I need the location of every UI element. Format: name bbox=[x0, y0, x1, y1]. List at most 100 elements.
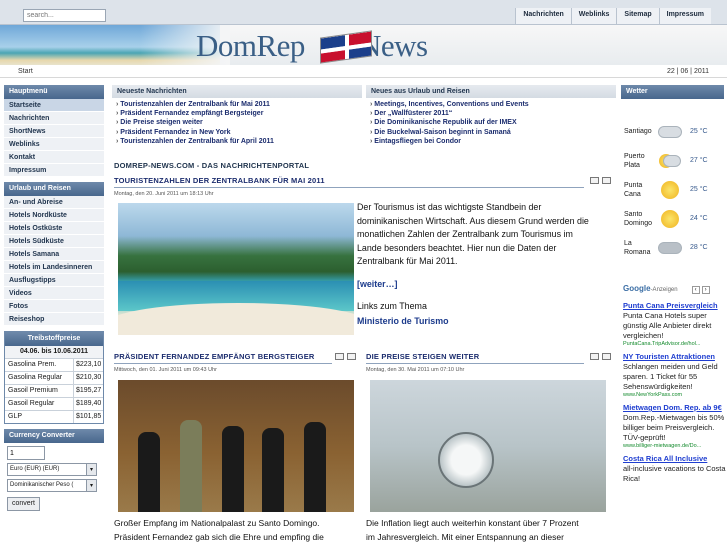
travel-news-link[interactable]: Meetings, Incentives, Conventions und Ev… bbox=[370, 100, 612, 109]
chevron-down-icon: ▾ bbox=[86, 480, 96, 491]
ad-item[interactable]: Punta Cana Preisvergleich Punta Cana Hot… bbox=[623, 301, 727, 347]
ad-item[interactable]: Costa Rica All Inclusive all-inclusive v… bbox=[623, 454, 727, 484]
weather-row: Santiago 25 °C bbox=[621, 117, 724, 146]
article-title[interactable]: PRÄSIDENT FERNANDEZ EMPFÄNGT BERGSTEIGER bbox=[114, 352, 332, 364]
ad-title[interactable]: Punta Cana Preisvergleich bbox=[623, 301, 727, 311]
power-meter-photo bbox=[370, 380, 606, 512]
print-icon[interactable] bbox=[590, 353, 599, 360]
fuel-value: $101,85 bbox=[73, 411, 103, 423]
ad-item[interactable]: NY Touristen Attraktionen Schlangen meid… bbox=[623, 352, 727, 398]
sun-cloud-icon bbox=[655, 150, 685, 172]
weather-temp: 25 °C bbox=[690, 186, 708, 193]
travel-news-link[interactable]: Die Buckelwal-Saison beginnt in Samaná bbox=[370, 128, 612, 137]
breadcrumb-bar: Start 22 | 06 | 2011 bbox=[0, 66, 727, 78]
sun-icon bbox=[655, 179, 685, 201]
article-line: im Jahresvergleich. Mit einer Entspannun… bbox=[366, 532, 564, 542]
ad-body: all-inclusive vacations to Costa Rica! bbox=[623, 464, 726, 483]
travel-news-link[interactable]: Die Dominikanische Republik auf der IMEX bbox=[370, 118, 612, 127]
weather-temp: 28 °C bbox=[690, 244, 708, 251]
article-line: Präsident Fernandez gab sich die Ehre un… bbox=[114, 532, 324, 542]
article-line: Zentralbank für Mai 2011. bbox=[357, 256, 458, 267]
weather-city: La Romana bbox=[624, 239, 651, 256]
news-link[interactable]: Die Preise steigen weiter bbox=[116, 118, 358, 127]
arrow-right-icon[interactable]: › bbox=[701, 286, 710, 294]
top-bar: Nachrichten Weblinks Sitemap Impressum bbox=[0, 0, 727, 25]
ad-title[interactable]: Costa Rica All Inclusive bbox=[623, 454, 727, 464]
ad-url[interactable]: PuntaCana.TripAdvisor.de/hol... bbox=[623, 341, 727, 347]
fuel-name: GLP bbox=[8, 413, 23, 420]
weather-row: Puerto Plata 27 °C bbox=[621, 146, 724, 175]
topnav-weblinks[interactable]: Weblinks bbox=[570, 8, 617, 24]
menu-item-hotels-inland[interactable]: Hotels im Landesinneren bbox=[4, 261, 104, 274]
article-date: Mittwoch, den 01. Juni 2011 um 09:43 Uhr bbox=[114, 367, 217, 373]
reception-photo bbox=[118, 380, 354, 512]
menu-item-reiseshop[interactable]: Reiseshop bbox=[4, 313, 104, 326]
breadcrumb[interactable]: Start bbox=[18, 68, 33, 75]
ad-url[interactable]: www.billiger-mietwagen.de/Do... bbox=[623, 443, 727, 449]
ad-body: Dom.Rep.-Mietwagen bis 50% billiger beim… bbox=[623, 413, 725, 442]
article-line: Die Inflation liegt auch weiterhin konst… bbox=[366, 518, 579, 528]
print-icon[interactable] bbox=[590, 177, 599, 184]
topnav-impressum[interactable]: Impressum bbox=[658, 8, 711, 24]
travel-news-link[interactable]: Eintagsfliegen bei Condor bbox=[370, 137, 612, 146]
site-logo[interactable]: DomRep News bbox=[196, 28, 428, 64]
menu-item-videos[interactable]: Videos bbox=[4, 287, 104, 300]
ad-body: Punta Cana Hotels super günstig Alle Anb… bbox=[623, 311, 712, 340]
menu-item-anreise[interactable]: An- und Abreise bbox=[4, 196, 104, 209]
ad-body: Schlangen meiden und Geld sparen. 1 Tick… bbox=[623, 362, 718, 391]
menu-item-hotels-samana[interactable]: Hotels Samana bbox=[4, 248, 104, 261]
chevron-down-icon: ▾ bbox=[86, 464, 96, 475]
search-input[interactable] bbox=[23, 9, 106, 22]
convert-button[interactable]: convert bbox=[7, 497, 40, 511]
menu-item-hotels-nord[interactable]: Hotels Nordküste bbox=[4, 209, 104, 222]
ad-url[interactable]: www.NewYorkPass.com bbox=[623, 392, 727, 398]
article-date: Montag, den 30. Mai 2011 um 07:10 Uhr bbox=[366, 367, 465, 373]
amount-input[interactable] bbox=[7, 446, 45, 460]
menu-item-shortnews[interactable]: ShortNews bbox=[4, 125, 104, 138]
ad-title[interactable]: Mietwagen Dom. Rep. ab 9€ bbox=[623, 403, 727, 413]
email-icon[interactable] bbox=[347, 353, 356, 360]
travel-news-link[interactable]: Der „Wallfüsterer 2011“ bbox=[370, 109, 612, 118]
menu-item-ausflugstipps[interactable]: Ausflugstipps bbox=[4, 274, 104, 287]
currency-heading: Currency Converter bbox=[4, 429, 104, 443]
email-icon[interactable] bbox=[602, 177, 611, 184]
print-icon[interactable] bbox=[335, 353, 344, 360]
ad-item[interactable]: Mietwagen Dom. Rep. ab 9€ Dom.Rep.-Mietw… bbox=[623, 403, 727, 449]
menu-item-hotels-ost[interactable]: Hotels Ostküste bbox=[4, 222, 104, 235]
news-link[interactable]: Präsident Fernandez empfängt Bergsteiger bbox=[116, 109, 358, 118]
menu-item-startseite[interactable]: Startseite bbox=[4, 99, 104, 112]
from-currency-select[interactable]: Euro (EUR) (EUR) ▾ bbox=[7, 463, 97, 476]
ad-title[interactable]: NY Touristen Attraktionen bbox=[623, 352, 727, 362]
article-title[interactable]: TOURISTENZAHLEN DER ZENTRALBANK FÜR MAI … bbox=[114, 176, 584, 188]
latest-news-heading: Neueste Nachrichten bbox=[112, 85, 362, 98]
read-more-link[interactable]: [weiter…] bbox=[357, 279, 397, 289]
links-label: Links zum Thema bbox=[357, 301, 427, 311]
fuel-value: $223,10 bbox=[73, 359, 103, 371]
menu-item-nachrichten[interactable]: Nachrichten bbox=[4, 112, 104, 125]
topnav-nachrichten[interactable]: Nachrichten bbox=[515, 8, 571, 24]
news-link[interactable]: Touristenzahlen der Zentralbank für Apri… bbox=[116, 137, 358, 146]
site-banner: DomRep News bbox=[0, 25, 727, 65]
fuel-row: Gasoil Premium $195,27 bbox=[5, 384, 103, 397]
email-icon[interactable] bbox=[602, 353, 611, 360]
menu-item-fotos[interactable]: Fotos bbox=[4, 300, 104, 313]
menu-item-weblinks[interactable]: Weblinks bbox=[4, 138, 104, 151]
menu-item-kontakt[interactable]: Kontakt bbox=[4, 151, 104, 164]
news-link[interactable]: Touristenzahlen der Zentralbank für Mai … bbox=[116, 100, 358, 109]
article-title[interactable]: DIE PREISE STEIGEN WEITER bbox=[366, 352, 584, 364]
ministerio-link[interactable]: Ministerio de Turismo bbox=[357, 316, 449, 326]
topnav-sitemap[interactable]: Sitemap bbox=[616, 8, 659, 24]
menu-item-hotels-sued[interactable]: Hotels Südküste bbox=[4, 235, 104, 248]
weather-box: Wetter Santiago 25 °C Puerto Plata 27 °C P… bbox=[621, 85, 724, 262]
article-line: Lande besonders beachtet. Hier nun die D… bbox=[357, 242, 557, 253]
weather-city: Puerto Plata bbox=[624, 152, 645, 169]
latest-news-box: Neueste Nachrichten Touristenzahlen der … bbox=[112, 85, 362, 151]
menu-item-impressum[interactable]: Impressum bbox=[4, 164, 104, 177]
logo-text-domrep: DomRep bbox=[196, 28, 305, 63]
to-currency-select[interactable]: Dominikanischer Peso (▾ bbox=[7, 479, 97, 492]
arrow-left-icon[interactable]: ‹ bbox=[691, 286, 700, 294]
article-body: Der Tourismus ist das wichtigste Standbe… bbox=[357, 201, 617, 269]
from-currency-value: Euro (EUR) (EUR) bbox=[10, 466, 60, 472]
news-link[interactable]: Präsident Fernandez in New York bbox=[116, 128, 358, 137]
weather-temp: 25 °C bbox=[690, 128, 708, 135]
